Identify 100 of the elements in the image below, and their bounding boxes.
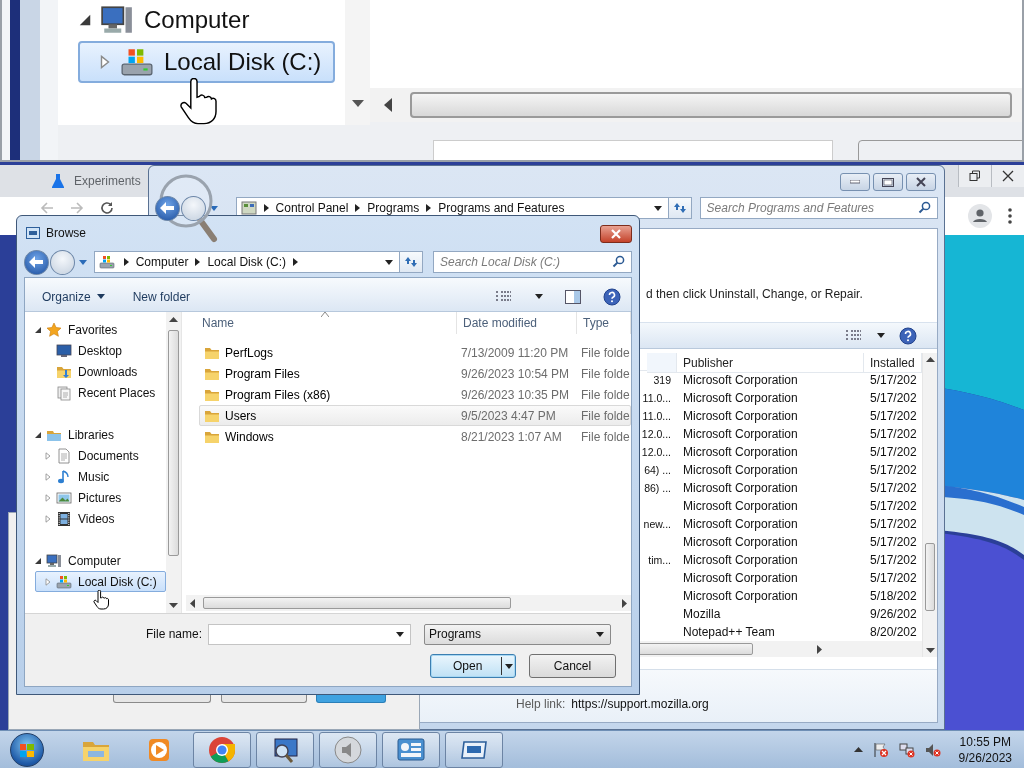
breadcrumb-item[interactable]: Programs (367, 201, 420, 215)
help-link[interactable]: https://support.mozilla.org (571, 697, 709, 711)
taskbar-button[interactable] (445, 731, 503, 768)
tree-item[interactable]: Computer (58, 0, 345, 41)
collapse-triangle-icon[interactable] (34, 430, 42, 439)
tree-item[interactable]: Desktop (35, 340, 166, 361)
address-bar[interactable]: Computer Local Disk (C:) (93, 251, 401, 273)
scroll-arrow-icon[interactable] (169, 317, 178, 322)
scrollbar-thumb[interactable] (925, 543, 935, 611)
tree-item[interactable]: Pictures (35, 487, 166, 508)
scroll-arrow-icon[interactable] (622, 599, 627, 608)
expand-triangle-icon[interactable] (98, 55, 112, 69)
refresh-button[interactable] (399, 251, 423, 273)
menu-icon[interactable] (1008, 208, 1012, 224)
file-row[interactable]: PerfLogs 7/13/2009 11:20 PM File folde (199, 342, 631, 363)
flag-error-icon[interactable] (872, 741, 889, 758)
close-icon (1002, 170, 1014, 182)
vertical-scrollbar[interactable] (922, 353, 937, 657)
tree-item[interactable]: Videos (35, 508, 166, 529)
tree-item[interactable]: Favorites (25, 319, 166, 340)
forward-button[interactable] (180, 195, 206, 221)
caret-icon[interactable] (853, 747, 863, 752)
taskbar-button[interactable] (193, 731, 251, 768)
expand-triangle-icon[interactable] (44, 493, 52, 502)
forward-button[interactable] (49, 249, 75, 275)
scrollbar-thumb[interactable] (168, 330, 179, 556)
scroll-arrow-icon[interactable] (169, 603, 178, 608)
scrollbar-thumb[interactable] (410, 92, 1012, 118)
expand-triangle-icon[interactable] (44, 514, 52, 523)
tree-item[interactable]: Music (35, 466, 166, 487)
view-options-icon[interactable] (845, 328, 863, 343)
preview-pane-icon[interactable] (565, 289, 581, 304)
browser-tab[interactable]: Experiments (44, 165, 149, 197)
help-icon[interactable] (899, 326, 917, 345)
cancel-button[interactable]: Cancel (529, 654, 616, 678)
column-header[interactable]: Type (577, 312, 631, 334)
expand-triangle-icon[interactable] (44, 472, 52, 481)
collapse-triangle-icon[interactable] (78, 13, 92, 27)
maximize-button[interactable] (873, 173, 903, 191)
scroll-arrow-icon[interactable] (926, 357, 935, 362)
tree-item[interactable]: Local Disk (C:) (78, 41, 335, 83)
taskbar-button[interactable] (256, 731, 314, 768)
help-icon[interactable] (603, 287, 621, 306)
tree-item[interactable]: Local Disk (C:) (35, 571, 166, 592)
clock[interactable]: 10:55 PM 9/26/2023 (958, 733, 1012, 766)
scrollbar-thumb[interactable] (203, 597, 511, 609)
search-field[interactable]: Search Local Disk (C:) (433, 251, 632, 273)
collapse-triangle-icon[interactable] (34, 325, 42, 334)
profile-avatar-icon[interactable] (968, 204, 992, 228)
breadcrumb-item[interactable]: Local Disk (C:) (207, 255, 287, 269)
tree-item[interactable]: Computer (25, 550, 166, 571)
tree-item[interactable]: Libraries (25, 424, 166, 445)
collapse-triangle-icon[interactable] (34, 556, 42, 565)
view-options-icon[interactable] (495, 289, 513, 304)
scroll-arrow-icon[interactable] (926, 648, 935, 653)
column-header[interactable]: Publisher (677, 353, 864, 373)
breadcrumb-item[interactable]: Control Panel (275, 201, 349, 215)
restore-button[interactable] (958, 165, 991, 187)
hand-cursor-icon (93, 590, 109, 610)
tree-item[interactable]: Documents (35, 445, 166, 466)
breadcrumb-item[interactable]: Programs and Features (438, 201, 565, 215)
column-header[interactable]: Name (186, 312, 457, 334)
file-row[interactable]: Windows 8/21/2023 1:07 AM File folde (199, 426, 631, 447)
scroll-arrow-icon[interactable] (817, 645, 822, 654)
horizontal-scrollbar[interactable] (186, 595, 631, 611)
dialog-button[interactable] (221, 695, 307, 703)
horizontal-scrollbar[interactable] (370, 88, 1022, 122)
dialog-button[interactable] (113, 695, 211, 703)
file-row[interactable]: Program Files 9/26/2023 10:54 PM File folde (199, 363, 631, 384)
history-dropdown-button[interactable] (76, 259, 89, 265)
file-row[interactable]: Users 9/5/2023 4:47 PM File folde (199, 405, 631, 426)
file-row[interactable]: Program Files (x86) 9/26/2023 10:35 PM File folde (199, 384, 631, 405)
breadcrumb-item[interactable]: Computer (135, 255, 189, 269)
start-button[interactable] (10, 732, 44, 767)
refresh-button[interactable] (667, 197, 692, 219)
tree-item[interactable]: Recent Places (35, 382, 166, 403)
back-button[interactable] (155, 195, 180, 221)
close-button[interactable] (991, 165, 1024, 187)
file-type-dropdown[interactable]: Programs (424, 623, 611, 645)
tree-item[interactable]: Downloads (35, 361, 166, 382)
column-header[interactable]: Date modified (457, 312, 577, 334)
scroll-arrow-icon[interactable] (352, 100, 364, 107)
new-folder-button[interactable]: New folder (132, 289, 191, 304)
taskbar-button[interactable] (382, 731, 440, 768)
file-name-field[interactable] (208, 623, 411, 645)
close-button[interactable] (906, 173, 936, 191)
expand-triangle-icon[interactable] (44, 577, 52, 586)
network-error-icon[interactable] (898, 741, 915, 758)
organize-button[interactable]: Organize (42, 289, 105, 304)
reload-icon[interactable] (100, 201, 114, 215)
expand-triangle-icon[interactable] (44, 451, 52, 460)
scroll-arrow-icon[interactable] (190, 599, 195, 608)
vertical-scrollbar[interactable] (166, 312, 181, 613)
back-button[interactable] (24, 249, 49, 275)
vertical-scrollbar[interactable] (345, 0, 370, 125)
close-button[interactable] (600, 225, 632, 243)
scroll-arrow-icon[interactable] (384, 98, 392, 112)
open-button[interactable]: Open (430, 654, 516, 678)
search-field[interactable]: Search Programs and Features (699, 197, 938, 219)
taskbar-button[interactable] (319, 731, 377, 768)
